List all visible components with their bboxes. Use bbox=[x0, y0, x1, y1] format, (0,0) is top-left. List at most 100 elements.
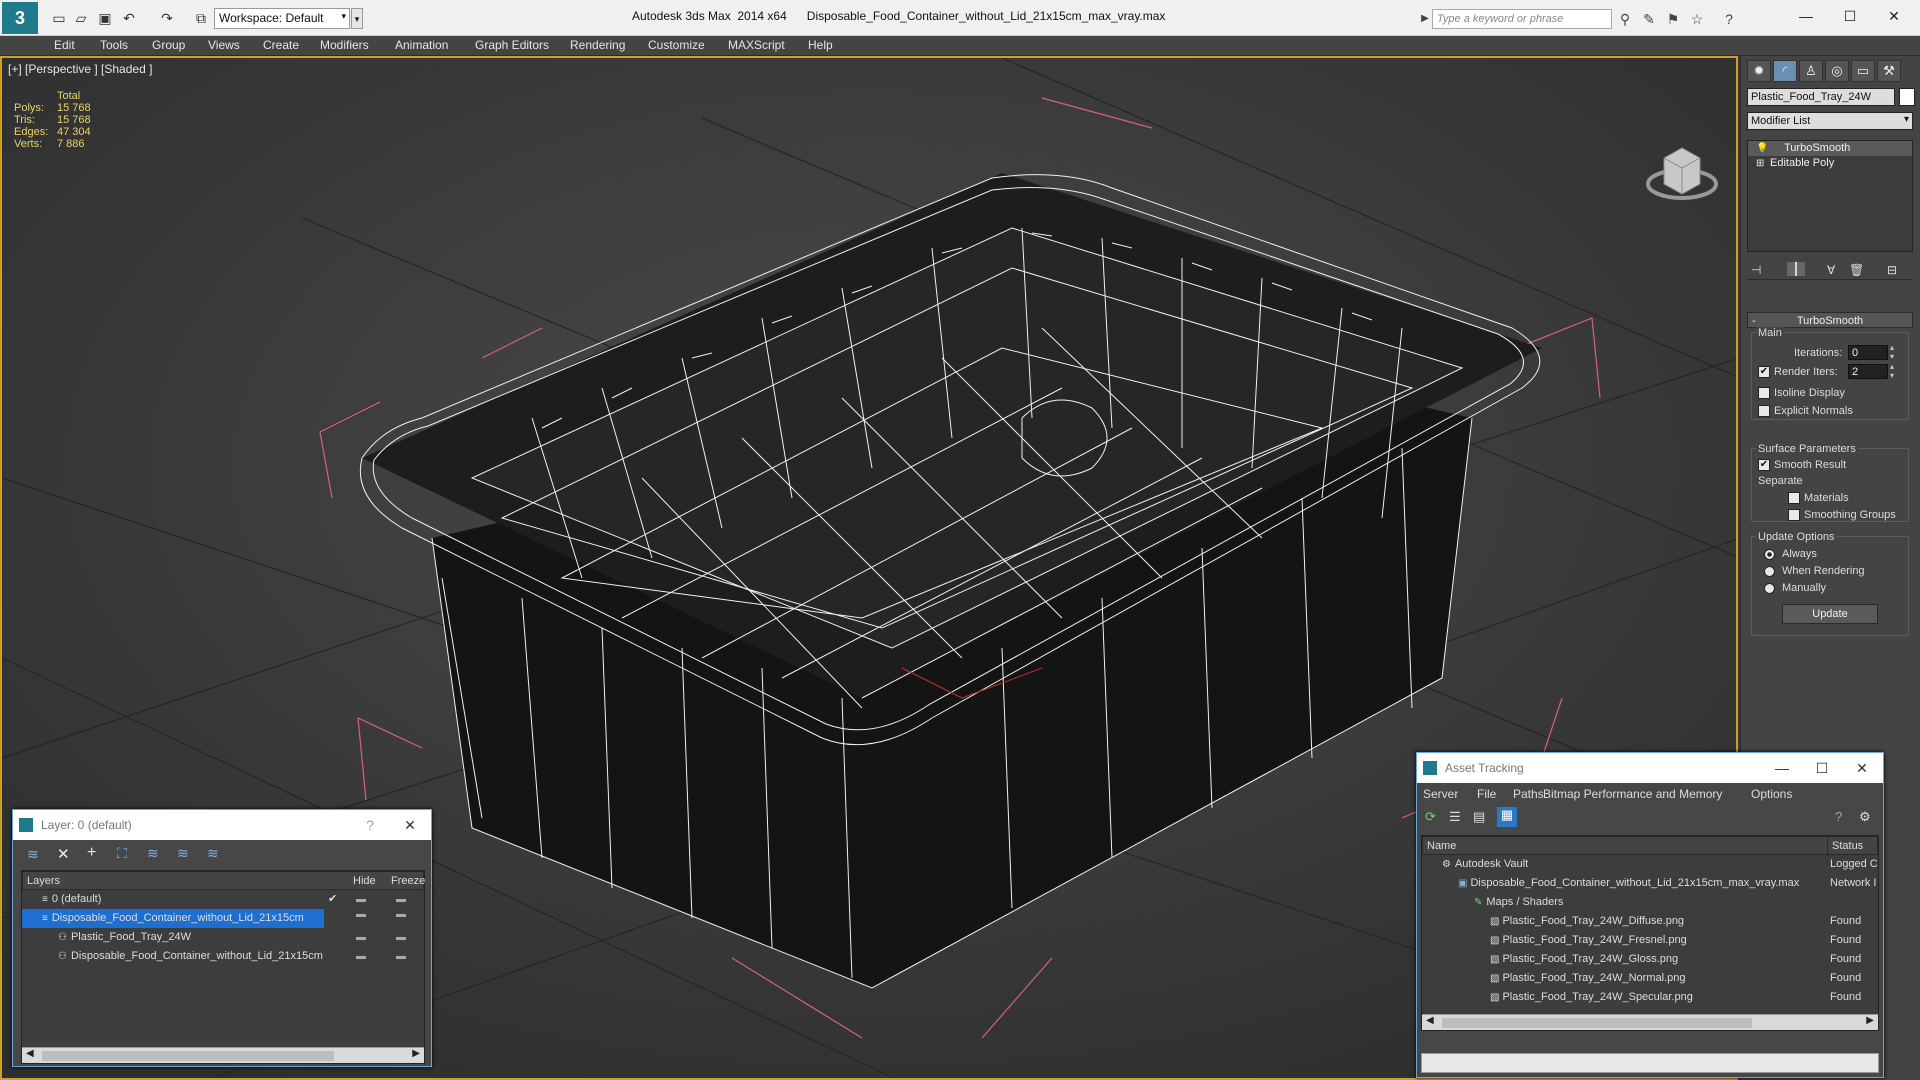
new-file-icon[interactable]: ▭ bbox=[50, 9, 68, 27]
app-logo-icon[interactable]: 3 bbox=[2, 2, 38, 34]
menu-graph-editors[interactable]: Graph Editors bbox=[475, 38, 549, 52]
asset-row[interactable]: ▧ Plastic_Food_Tray_24W_Gloss.png Found bbox=[1422, 950, 1878, 969]
layer-object-row[interactable]: ⚇ Plastic_Food_Tray_24W ▬ ▬ bbox=[22, 928, 424, 947]
scroll-left-icon[interactable]: ◀ bbox=[1426, 1015, 1434, 1026]
remove-modifier-icon[interactable]: 🗑 bbox=[1849, 263, 1864, 277]
freeze-toggle[interactable]: ▬ bbox=[396, 909, 407, 920]
smoothing-groups-checkbox[interactable] bbox=[1788, 509, 1800, 521]
iterations-spinner[interactable]: 0 bbox=[1848, 345, 1888, 360]
workspace-menu-button[interactable]: ▾ bbox=[351, 8, 363, 29]
show-end-result-icon[interactable]: ┃ bbox=[1787, 262, 1805, 276]
column-freeze[interactable]: Freeze bbox=[391, 872, 425, 891]
table-view-icon[interactable]: ▦ bbox=[1497, 807, 1517, 827]
asset-row[interactable]: ▧ Plastic_Food_Tray_24W_Specular.png Foun… bbox=[1422, 988, 1878, 1007]
help-icon[interactable]: ? bbox=[1835, 809, 1842, 824]
lightbulb-icon[interactable]: 💡 bbox=[1756, 141, 1768, 156]
communication-center-icon[interactable]: ⚑ bbox=[1664, 10, 1682, 28]
current-layer-check-icon[interactable]: ✔ bbox=[328, 890, 337, 909]
select-in-layer-icon[interactable]: ⛶ bbox=[117, 845, 127, 862]
help-icon[interactable]: ? bbox=[1720, 10, 1738, 28]
menu-create[interactable]: Create bbox=[263, 38, 299, 52]
hide-toggle[interactable]: ▬ bbox=[356, 947, 367, 966]
display-tab-icon[interactable]: ▭ bbox=[1851, 60, 1875, 82]
hierarchy-tab-icon[interactable]: ♙ bbox=[1799, 60, 1823, 82]
horizontal-scrollbar[interactable]: ◀ ▶ bbox=[1422, 1014, 1878, 1030]
object-color-swatch[interactable] bbox=[1899, 88, 1915, 106]
viewport-label[interactable]: [+] [Perspective ] [Shaded ] bbox=[8, 62, 152, 76]
explicit-normals-checkbox[interactable] bbox=[1758, 405, 1770, 417]
freeze-toggle[interactable]: ▬ bbox=[396, 947, 407, 966]
utilities-tab-icon[interactable]: ⚒ bbox=[1877, 60, 1901, 82]
scroll-right-icon[interactable]: ▶ bbox=[412, 1048, 420, 1059]
spinner-arrows-icon[interactable]: ▴ ▾ bbox=[1890, 343, 1894, 361]
when-rendering-radio[interactable] bbox=[1764, 566, 1775, 577]
column-name[interactable]: Name bbox=[1423, 840, 1456, 852]
undo-icon[interactable]: ↶ bbox=[120, 9, 138, 27]
render-iters-checkbox[interactable]: ✔ bbox=[1758, 366, 1770, 378]
menu-edit[interactable]: Edit bbox=[54, 38, 75, 52]
menu-paths[interactable]: Paths bbox=[1513, 787, 1544, 801]
object-name-field[interactable]: Plastic_Food_Tray_24W bbox=[1747, 88, 1895, 106]
scroll-left-icon[interactable]: ◀ bbox=[26, 1048, 34, 1059]
hide-toggle[interactable]: ▬ bbox=[356, 909, 367, 920]
pin-stack-icon[interactable]: ⊣ bbox=[1751, 263, 1761, 277]
column-status[interactable]: Status bbox=[1827, 837, 1863, 856]
menu-server[interactable]: Server bbox=[1423, 787, 1458, 801]
hide-toggle[interactable]: ▬ bbox=[356, 890, 367, 909]
create-layer-icon[interactable]: ≋ bbox=[27, 846, 39, 863]
column-layers[interactable]: Layers bbox=[23, 875, 60, 887]
configure-modifier-sets-icon[interactable]: ⊟ bbox=[1887, 263, 1897, 277]
highlight-layer-icon[interactable]: ≋ bbox=[147, 845, 159, 862]
layer-row-selected[interactable]: ≡ Disposable_Food_Container_without_Lid_2… bbox=[22, 909, 324, 928]
update-button[interactable]: Update bbox=[1782, 604, 1878, 624]
modifier-list-dropdown[interactable]: Modifier List ▾ bbox=[1747, 112, 1913, 130]
layer-row[interactable]: ≡ 0 (default) ✔ ▬ ▬ bbox=[22, 890, 424, 909]
scroll-right-icon[interactable]: ▶ bbox=[1866, 1015, 1874, 1026]
menu-file[interactable]: File bbox=[1477, 787, 1496, 801]
asset-path-field[interactable] bbox=[1421, 1053, 1879, 1073]
asset-row[interactable]: ▧ Plastic_Food_Tray_24W_Normal.png Found bbox=[1422, 969, 1878, 988]
menu-help[interactable]: Help bbox=[808, 38, 833, 52]
layer-object-row[interactable]: ⚇ Disposable_Food_Container_without_Lid_2… bbox=[22, 947, 424, 966]
refresh-icon[interactable]: ⟳ bbox=[1425, 809, 1436, 825]
dialog-title-bar[interactable]: Asset Tracking — ☐ ✕ bbox=[1417, 753, 1883, 783]
make-unique-icon[interactable]: ∀ bbox=[1827, 263, 1835, 277]
menu-options[interactable]: Options bbox=[1751, 787, 1792, 801]
manually-radio[interactable] bbox=[1764, 583, 1775, 594]
menu-rendering[interactable]: Rendering bbox=[570, 38, 625, 52]
subscription-icon[interactable]: ✎ bbox=[1640, 10, 1658, 28]
close-icon[interactable]: ✕ bbox=[395, 810, 425, 840]
menu-group[interactable]: Group bbox=[152, 38, 185, 52]
asset-row[interactable]: ⚙ Autodesk Vault Logged C bbox=[1422, 855, 1878, 874]
dialog-title-bar[interactable]: Layer: 0 (default) ? ✕ bbox=[13, 810, 431, 840]
favorites-icon[interactable]: ☆ bbox=[1688, 10, 1706, 28]
freeze-toggle[interactable]: ▬ bbox=[396, 928, 407, 947]
turbosmooth-rollout-header[interactable]: - TurboSmooth bbox=[1747, 312, 1913, 328]
project-folder-icon[interactable]: ⧉ bbox=[192, 9, 210, 27]
menu-customize[interactable]: Customize bbox=[648, 38, 705, 52]
menu-bitmap-performance[interactable]: Bitmap Performance and Memory bbox=[1543, 787, 1722, 801]
list-view-icon[interactable]: ☰ bbox=[1449, 809, 1461, 825]
settings-icon[interactable]: ⚙ bbox=[1859, 809, 1871, 825]
asset-row[interactable]: ▧ Plastic_Food_Tray_24W_Diffuse.png Found bbox=[1422, 912, 1878, 931]
spinner-arrows-icon[interactable]: ▴ ▾ bbox=[1890, 362, 1894, 380]
maximize-icon[interactable]: ☐ bbox=[1807, 753, 1837, 783]
search-input[interactable]: Type a keyword or phrase bbox=[1432, 9, 1612, 29]
asset-row[interactable]: ▧ Plastic_Food_Tray_24W_Fresnel.png Found bbox=[1422, 931, 1878, 950]
workspace-dropdown[interactable]: Workspace: Default ▾ bbox=[214, 8, 350, 29]
menu-views[interactable]: Views bbox=[208, 38, 240, 52]
scrollbar-thumb[interactable] bbox=[42, 1051, 334, 1061]
menu-maxscript[interactable]: MAXScript bbox=[728, 38, 785, 52]
minimize-icon[interactable]: — bbox=[1767, 753, 1797, 783]
asset-row[interactable]: ▣ Disposable_Food_Container_without_Lid_2… bbox=[1422, 874, 1878, 893]
scrollbar-thumb[interactable] bbox=[1442, 1018, 1752, 1028]
menu-modifiers[interactable]: Modifiers bbox=[320, 38, 369, 52]
expand-plus-icon[interactable]: ⊞ bbox=[1756, 156, 1764, 171]
stack-item-turbosmooth[interactable]: 💡 TurboSmooth bbox=[1748, 141, 1912, 156]
thumbnail-view-icon[interactable]: ▤ bbox=[1473, 809, 1485, 825]
add-to-layer-icon[interactable]: + bbox=[87, 844, 96, 862]
isoline-display-checkbox[interactable] bbox=[1758, 387, 1770, 399]
hide-all-layers-icon[interactable]: ≋ bbox=[177, 845, 189, 862]
stack-item-editable-poly[interactable]: ⊞ Editable Poly bbox=[1748, 156, 1912, 171]
minimize-icon[interactable]: — bbox=[1786, 4, 1826, 28]
